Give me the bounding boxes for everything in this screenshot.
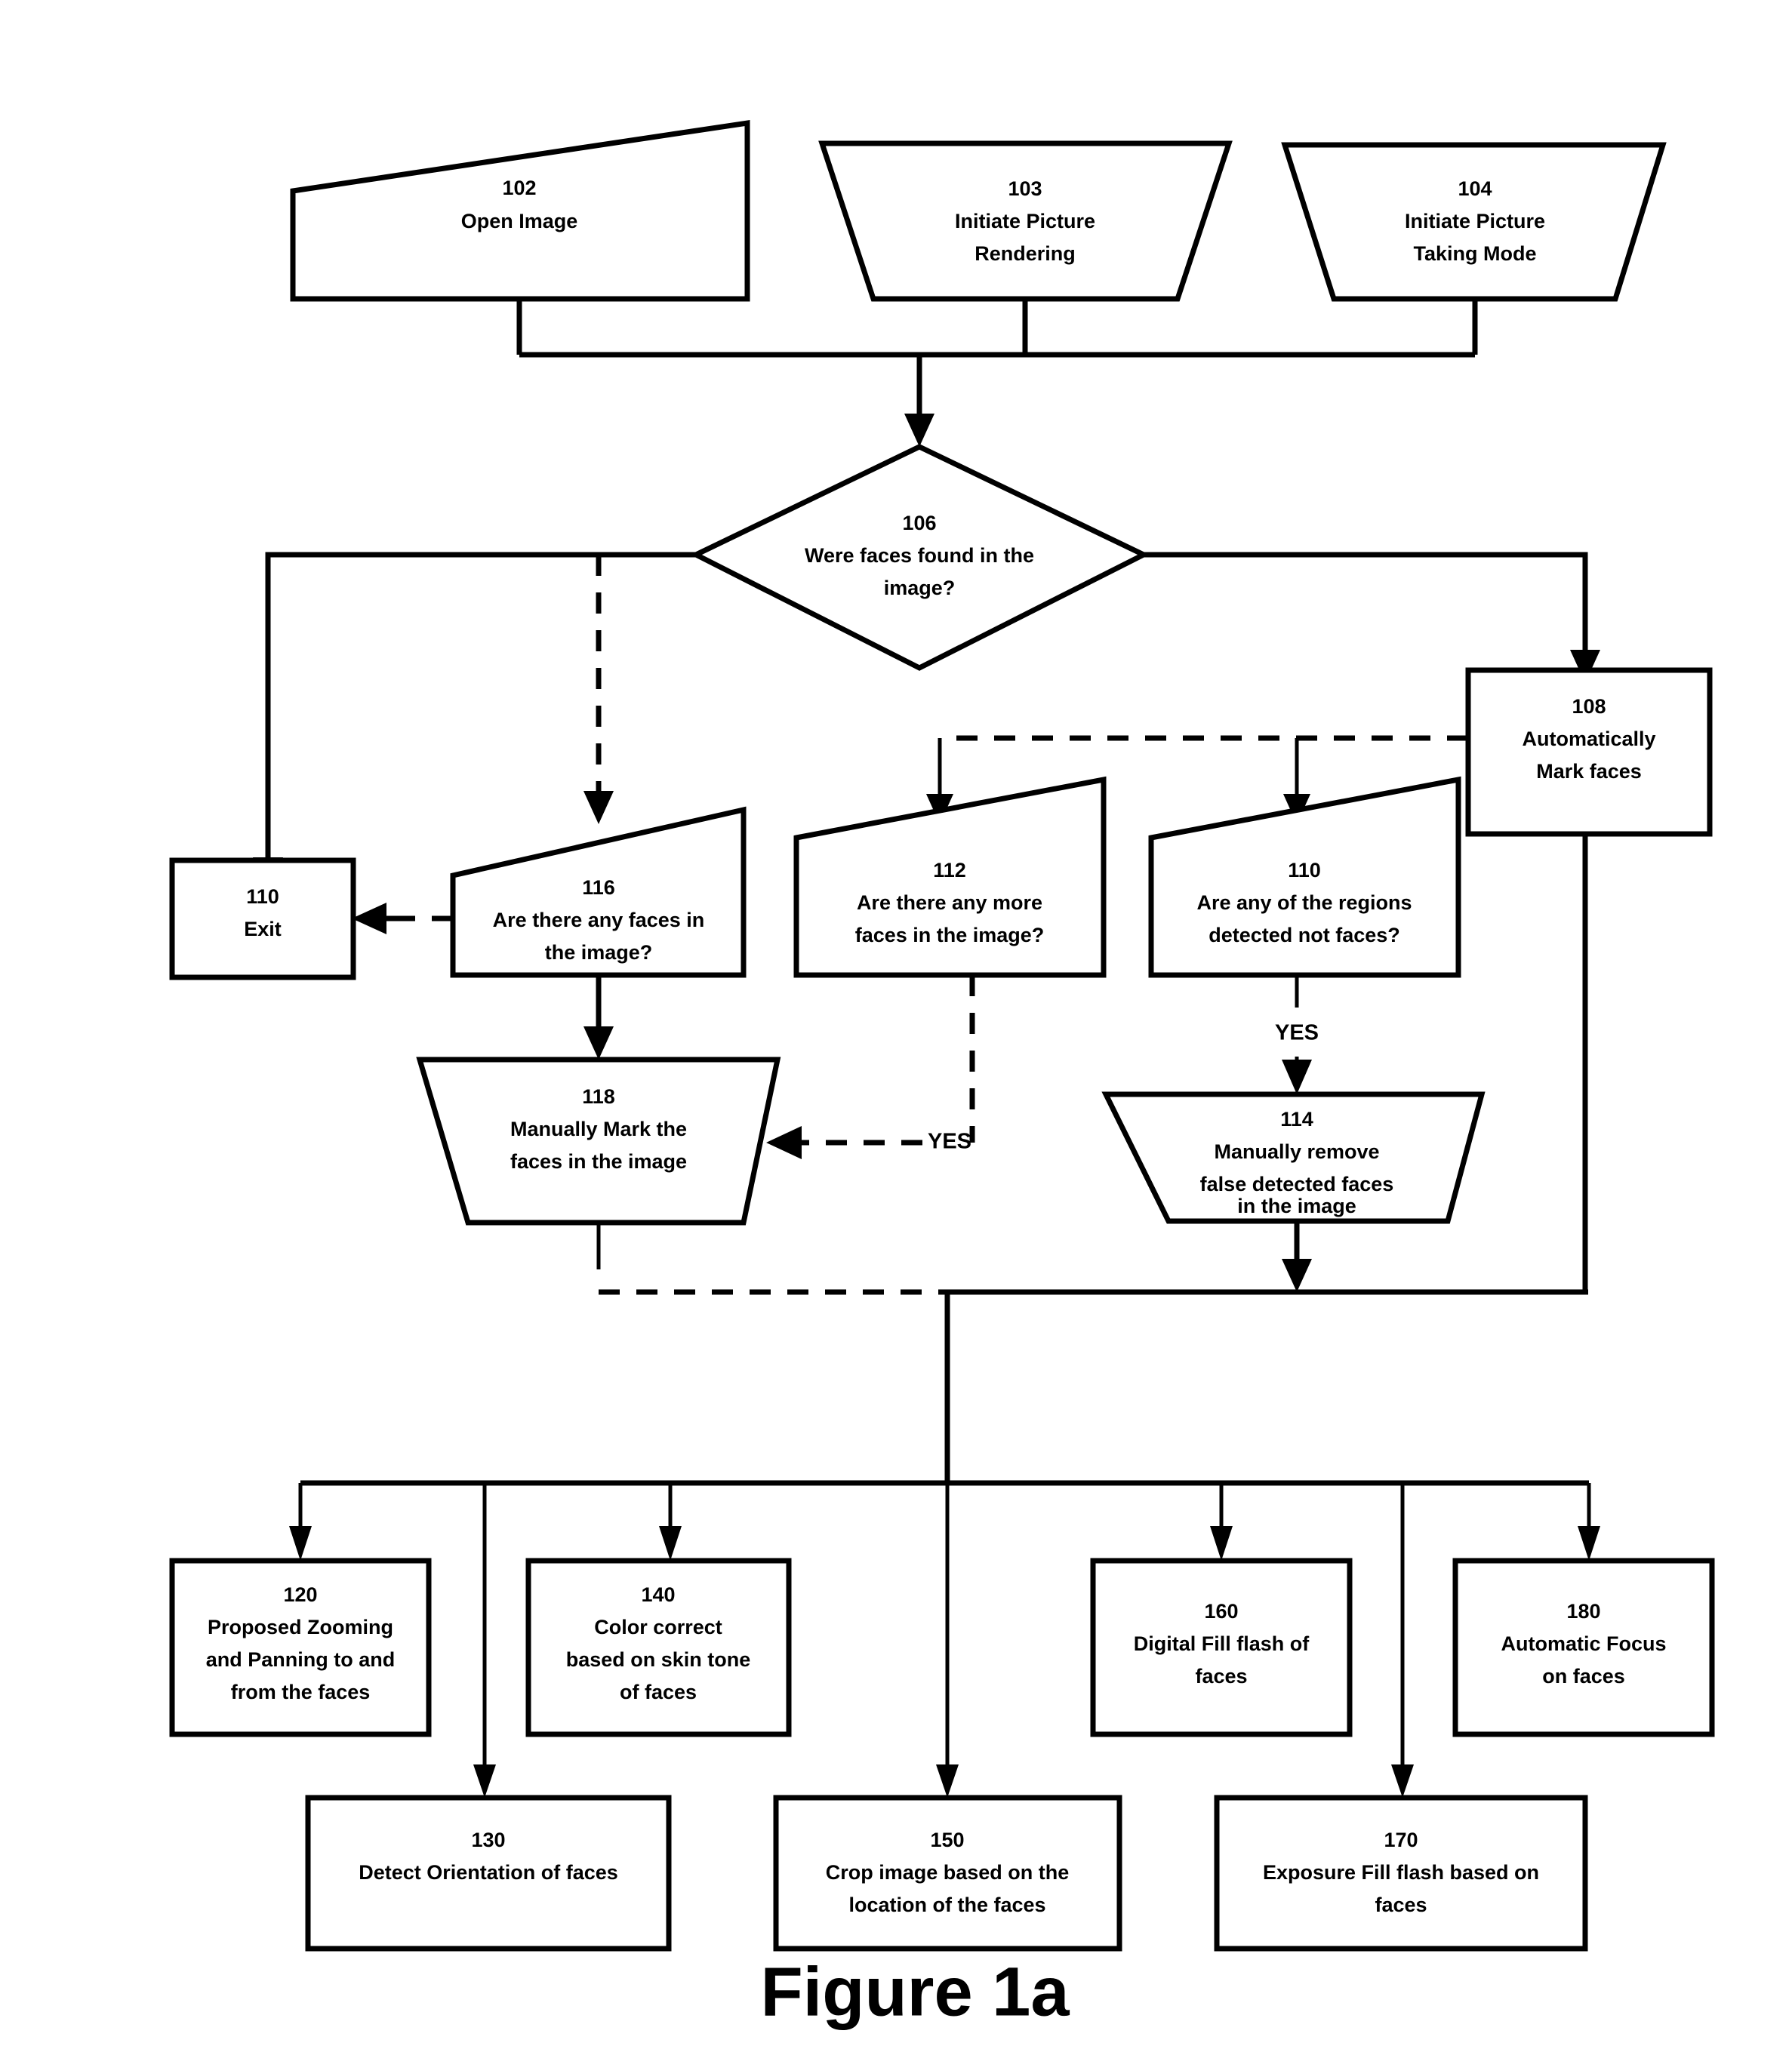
node-110reg-id: 110 xyxy=(1288,859,1321,881)
node-110exit-line-0: Exit xyxy=(244,918,282,940)
node-110reg-line-0: Are any of the regions xyxy=(1196,891,1412,914)
node-118-manually-mark-faces[interactable]: 118 Manually Mark the faces in the image xyxy=(416,1057,781,1226)
node-150-line-0: Crop image based on the xyxy=(826,1861,1070,1884)
node-104-line-1: Taking Mode xyxy=(1413,242,1536,265)
node-140-color-correct-skin-tone[interactable]: 140 Color correct based on skin tone of … xyxy=(525,1558,792,1737)
edge-label-yes-110-to-114: YES xyxy=(1275,1021,1319,1045)
node-103-id: 103 xyxy=(1008,177,1042,200)
node-110reg-line-1: detected not faces? xyxy=(1209,924,1400,946)
patent-flowchart-figure: 102 Open Image 103 Initiate Picture Rend… xyxy=(0,0,1792,2049)
node-112-id: 112 xyxy=(933,859,966,881)
arrowhead-116-to-110exit xyxy=(352,903,386,934)
node-106-line-1: image? xyxy=(884,577,956,599)
node-106-line-0: Were faces found in the xyxy=(805,544,1034,567)
node-140-id: 140 xyxy=(641,1583,675,1606)
arrowhead-to-140 xyxy=(659,1526,682,1561)
node-110-regions-not-faces[interactable]: 110 Are any of the regions detected not … xyxy=(1148,776,1461,978)
node-114-manually-remove-false-faces[interactable]: 114 Manually remove false detected faces… xyxy=(1101,1091,1486,1224)
node-106-were-faces-found[interactable]: 106 Were faces found in the image? xyxy=(690,444,1150,671)
node-120-line-1: and Panning to and xyxy=(206,1648,396,1671)
node-130-id: 130 xyxy=(471,1829,505,1851)
node-110-exit[interactable]: 110 Exit xyxy=(169,857,356,980)
node-180-automatic-focus[interactable]: 180 Automatic Focus on faces xyxy=(1452,1558,1715,1737)
arrowhead-to-160 xyxy=(1210,1526,1233,1561)
node-120-line-2: from the faces xyxy=(231,1681,371,1703)
node-150-id: 150 xyxy=(930,1829,964,1851)
node-102-id: 102 xyxy=(502,177,536,199)
node-103-initiate-picture-rendering[interactable]: 103 Initiate Picture Rendering xyxy=(818,140,1233,302)
arrowhead-to-116 xyxy=(583,791,614,824)
node-110exit-id: 110 xyxy=(246,885,279,908)
node-120-proposed-zooming-panning[interactable]: 120 Proposed Zooming and Panning to and … xyxy=(169,1558,432,1737)
node-112-line-0: Are there any more xyxy=(857,891,1042,914)
node-116-line-0: Are there any faces in xyxy=(493,909,705,931)
node-112-are-there-any-more-faces[interactable]: 112 Are there any more faces in the imag… xyxy=(793,776,1107,978)
node-116-line-1: the image? xyxy=(545,941,653,964)
node-160-id: 160 xyxy=(1204,1600,1238,1623)
node-130-detect-orientation[interactable]: 130 Detect Orientation of faces xyxy=(305,1795,672,1952)
node-114-line-0: Manually remove xyxy=(1214,1140,1379,1163)
node-102-open-image[interactable]: 102 Open Image xyxy=(290,119,750,302)
node-140-line-2: of faces xyxy=(620,1681,697,1703)
node-116-id: 116 xyxy=(582,876,615,899)
node-108-line-0: Automatically xyxy=(1522,728,1655,750)
node-180-line-0: Automatic Focus xyxy=(1501,1632,1666,1655)
node-118-line-1: faces in the image xyxy=(510,1150,687,1173)
arrowhead-114-to-bus xyxy=(1282,1259,1312,1292)
node-160-digital-fill-flash[interactable]: 160 Digital Fill flash of faces xyxy=(1090,1558,1353,1737)
arrowhead-to-180 xyxy=(1578,1526,1600,1561)
edge-106-right-branch xyxy=(1144,552,1588,660)
node-140-line-0: Color correct xyxy=(594,1616,722,1638)
flowchart-canvas: 102 Open Image 103 Initiate Picture Rend… xyxy=(169,119,1715,2030)
arrowhead-110reg-to-114 xyxy=(1282,1060,1312,1094)
arrowhead-116-to-118 xyxy=(583,1026,614,1060)
node-140-line-1: based on skin tone xyxy=(566,1648,751,1671)
node-114-id: 114 xyxy=(1280,1108,1313,1131)
node-180-id: 180 xyxy=(1566,1600,1600,1623)
node-108-automatically-mark-faces[interactable]: 108 Automatically Mark faces xyxy=(1465,667,1713,837)
arrowhead-to-130 xyxy=(473,1764,496,1798)
node-118-id: 118 xyxy=(582,1085,615,1108)
figure-caption: Figure 1a xyxy=(760,1953,1070,2030)
node-108-id: 108 xyxy=(1572,695,1606,718)
edge-label-yes-112-to-118: YES xyxy=(928,1130,971,1154)
node-170-id: 170 xyxy=(1384,1829,1418,1851)
arrowhead-to-120 xyxy=(289,1526,312,1561)
node-103-line-1: Rendering xyxy=(975,242,1076,265)
node-112-line-1: faces in the image? xyxy=(855,924,1045,946)
node-170-line-1: faces xyxy=(1375,1894,1427,1916)
node-150-crop-image[interactable]: 150 Crop image based on the location of … xyxy=(773,1795,1122,1952)
edge-106-left-branch xyxy=(265,552,696,866)
arrowhead-to-170 xyxy=(1391,1764,1414,1798)
node-130-line-0: Detect Orientation of faces xyxy=(359,1861,618,1884)
node-120-line-0: Proposed Zooming xyxy=(208,1616,393,1638)
node-120-id: 120 xyxy=(283,1583,317,1606)
node-160-line-0: Digital Fill flash of xyxy=(1134,1632,1310,1655)
node-102-line-0: Open Image xyxy=(461,210,578,232)
node-104-line-0: Initiate Picture xyxy=(1405,210,1545,232)
node-108-line-1: Mark faces xyxy=(1536,760,1642,783)
node-116-are-there-any-faces[interactable]: 116 Are there any faces in the image? xyxy=(450,806,747,978)
arrowhead-to-106 xyxy=(904,414,934,447)
node-104-id: 104 xyxy=(1458,177,1492,200)
arrowhead-to-150 xyxy=(936,1764,959,1798)
node-170-exposure-fill-flash[interactable]: 170 Exposure Fill flash based on faces xyxy=(1214,1795,1588,1952)
node-103-line-0: Initiate Picture xyxy=(955,210,1095,232)
arrowhead-112-to-118 xyxy=(766,1126,802,1159)
node-160-line-1: faces xyxy=(1195,1665,1247,1688)
node-114-line-1: false detected faces xyxy=(1200,1173,1394,1195)
node-170-line-0: Exposure Fill flash based on xyxy=(1263,1861,1539,1884)
node-118-line-0: Manually Mark the xyxy=(510,1118,687,1140)
node-114-line-2: in the image xyxy=(1237,1195,1356,1217)
node-104-initiate-picture-taking-mode[interactable]: 104 Initiate Picture Taking Mode xyxy=(1281,142,1667,302)
node-150-line-1: location of the faces xyxy=(848,1894,1045,1916)
node-106-id: 106 xyxy=(902,512,936,534)
node-180-line-1: on faces xyxy=(1542,1665,1625,1688)
